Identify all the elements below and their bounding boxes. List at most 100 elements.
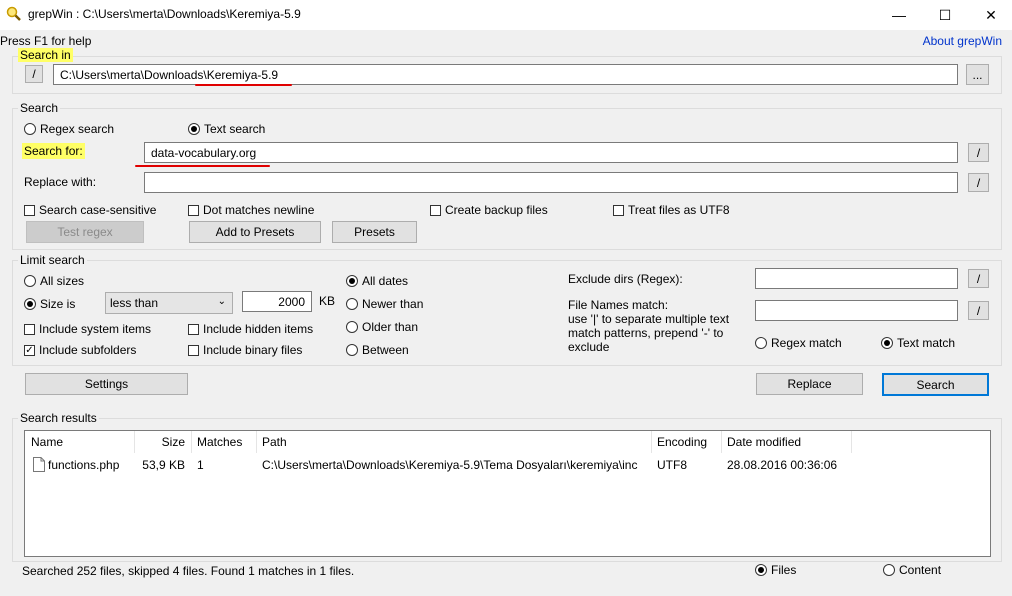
presets-button[interactable]: Presets — [332, 221, 417, 243]
older-than-option[interactable]: Older than — [346, 320, 418, 334]
chevron-down-icon: ⌄ — [217, 296, 226, 307]
search-path-input[interactable]: C:\Users\merta\Downloads\Keremiya-5.9 — [53, 64, 958, 85]
minimize-button[interactable]: — — [876, 0, 922, 30]
dot-newline-checkbox[interactable] — [188, 204, 199, 216]
column-header-path[interactable]: Path — [256, 431, 651, 453]
exclude-dirs-input[interactable] — [755, 268, 958, 289]
create-backup-label: Create backup files — [445, 203, 548, 217]
files-radio[interactable] — [755, 564, 767, 576]
regex-match-option[interactable]: Regex match — [755, 336, 842, 350]
content-option[interactable]: Content — [883, 563, 941, 577]
about-link[interactable]: About grepWin — [923, 34, 1002, 48]
text-search-option[interactable]: Text search — [188, 122, 265, 136]
column-header-matches[interactable]: Matches — [191, 431, 256, 453]
column-header-size[interactable]: Size — [134, 431, 189, 453]
replace-button[interactable]: Replace — [756, 373, 863, 395]
regex-search-option[interactable]: Regex search — [24, 122, 114, 136]
treat-utf8-label: Treat files as UTF8 — [628, 203, 730, 217]
include-system-checkbox[interactable] — [24, 323, 35, 335]
path-browse-button[interactable]: / — [25, 65, 43, 83]
between-label: Between — [362, 343, 409, 357]
column-header-encoding[interactable]: Encoding — [651, 431, 721, 453]
include-subfolders-label: Include subfolders — [39, 343, 137, 357]
size-is-option[interactable]: Size is — [24, 297, 75, 311]
include-binary-label: Include binary files — [203, 343, 303, 357]
include-binary-option[interactable]: Include binary files — [188, 343, 302, 357]
case-sensitive-label: Search case-sensitive — [39, 203, 157, 217]
create-backup-checkbox[interactable] — [430, 204, 441, 216]
all-sizes-radio[interactable] — [24, 275, 36, 287]
result-size: 53,9 KB — [142, 458, 185, 472]
search-button[interactable]: Search — [882, 373, 989, 396]
files-option[interactable]: Files — [755, 563, 796, 577]
search-group-label: Search — [18, 101, 61, 115]
table-row[interactable]: functions.php 53,9 KB 1 C:\Users\merta\D… — [25, 455, 988, 475]
size-operator-select[interactable]: less than ⌄ — [105, 292, 233, 314]
file-names-label: File Names match: — [568, 298, 669, 312]
search-for-label: Search for: — [22, 143, 85, 159]
treat-utf8-option[interactable]: Treat files as UTF8 — [613, 203, 730, 217]
treat-utf8-checkbox[interactable] — [613, 204, 624, 216]
regex-search-radio[interactable] — [24, 123, 36, 135]
test-regex-button[interactable]: Test regex — [26, 221, 144, 243]
text-search-radio[interactable] — [188, 123, 200, 135]
all-sizes-option[interactable]: All sizes — [24, 274, 84, 288]
size-is-label: Size is — [40, 297, 76, 311]
search-for-slash-button[interactable]: / — [968, 143, 989, 162]
results-list[interactable]: Name Size Matches Path Encoding Date mod… — [24, 430, 991, 557]
all-dates-label: All dates — [362, 274, 409, 288]
regex-search-label: Regex search — [40, 122, 115, 136]
search-results-label: Search results — [18, 411, 99, 425]
all-sizes-label: All sizes — [40, 274, 85, 288]
text-match-option[interactable]: Text match — [881, 336, 955, 350]
file-names-input[interactable] — [755, 300, 958, 321]
files-label: Files — [771, 563, 797, 577]
add-to-presets-button[interactable]: Add to Presets — [189, 221, 321, 243]
between-option[interactable]: Between — [346, 343, 409, 357]
include-hidden-label: Include hidden items — [203, 322, 314, 336]
size-value-input[interactable]: 2000 — [242, 291, 312, 312]
regex-match-radio[interactable] — [755, 337, 767, 349]
settings-button[interactable]: Settings — [25, 373, 188, 395]
exclude-dirs-slash-button[interactable]: / — [968, 269, 989, 288]
content-radio[interactable] — [883, 564, 895, 576]
all-dates-option[interactable]: All dates — [346, 274, 408, 288]
include-system-option[interactable]: Include system items — [24, 322, 151, 336]
newer-than-radio[interactable] — [346, 298, 358, 310]
column-header-date[interactable]: Date modified — [721, 431, 851, 453]
window-title: grepWin : C:\Users\merta\Downloads\Kerem… — [28, 7, 301, 21]
path-ellipsis-button[interactable]: ... — [966, 64, 989, 85]
create-backup-option[interactable]: Create backup files — [430, 203, 548, 217]
column-divider — [256, 431, 257, 453]
between-radio[interactable] — [346, 344, 358, 356]
older-than-radio[interactable] — [346, 321, 358, 333]
newer-than-label: Newer than — [362, 297, 424, 311]
newer-than-option[interactable]: Newer than — [346, 297, 423, 311]
replace-with-input[interactable] — [144, 172, 958, 193]
column-header-name[interactable]: Name — [25, 431, 134, 453]
all-dates-radio[interactable] — [346, 275, 358, 287]
dot-newline-label: Dot matches newline — [203, 203, 315, 217]
close-button[interactable]: ✕ — [968, 0, 1012, 30]
size-is-radio[interactable] — [24, 298, 36, 310]
include-binary-checkbox[interactable] — [188, 344, 199, 356]
include-hidden-option[interactable]: Include hidden items — [188, 322, 313, 336]
dot-newline-option[interactable]: Dot matches newline — [188, 203, 314, 217]
text-search-label: Text search — [204, 122, 266, 136]
maximize-button[interactable]: ☐ — [922, 0, 968, 30]
case-sensitive-option[interactable]: Search case-sensitive — [24, 203, 156, 217]
result-name: functions.php — [48, 458, 120, 472]
text-match-radio[interactable] — [881, 337, 893, 349]
case-sensitive-checkbox[interactable] — [24, 204, 35, 216]
include-subfolders-checkbox[interactable] — [24, 344, 35, 356]
column-divider — [651, 431, 652, 453]
include-subfolders-option[interactable]: Include subfolders — [24, 343, 136, 357]
result-encoding: UTF8 — [657, 458, 687, 472]
file-names-slash-button[interactable]: / — [968, 301, 989, 320]
include-hidden-checkbox[interactable] — [188, 323, 199, 335]
column-divider — [191, 431, 192, 453]
search-for-input[interactable]: data-vocabulary.org — [144, 142, 958, 163]
replace-with-slash-button[interactable]: / — [968, 173, 989, 192]
search-in-label: Search in — [18, 48, 73, 62]
search-annotation-underline — [135, 165, 270, 167]
